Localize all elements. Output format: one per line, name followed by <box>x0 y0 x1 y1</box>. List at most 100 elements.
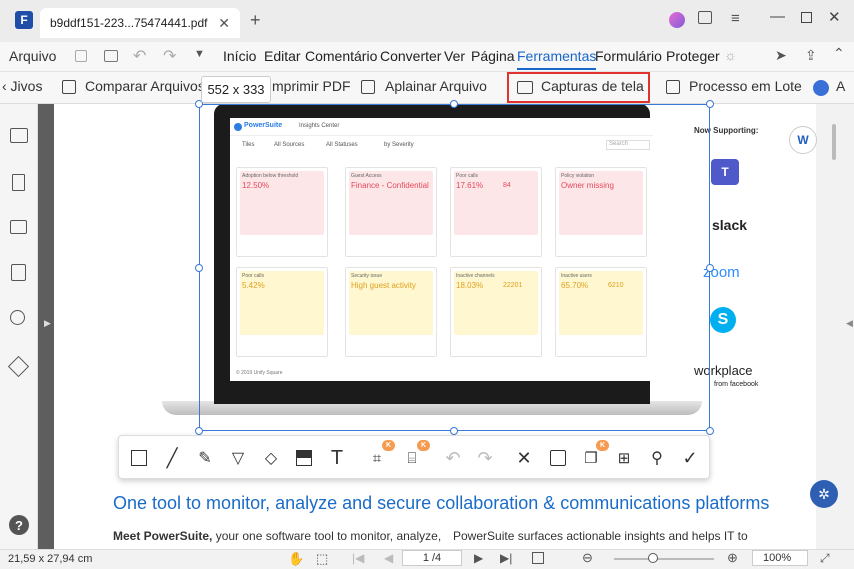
save-tool-icon[interactable] <box>546 446 570 470</box>
batch-process-button[interactable]: Processo em Lote <box>689 78 802 94</box>
print-pdf-button[interactable]: mprimir PDF <box>272 78 351 94</box>
status-bar: 21,59 x 27,94 cm ✋ ⬚ |◀ ◀ 1 /4 ▶ ▶| ⊖ ⊕ … <box>0 549 854 569</box>
menu-comentario[interactable]: Comentário <box>305 48 377 64</box>
minimize-icon[interactable]: — <box>770 8 785 25</box>
select-tool-icon[interactable]: ⬚ <box>316 551 328 567</box>
scrollbar-thumb[interactable] <box>832 124 836 160</box>
handle-ml[interactable] <box>195 264 203 272</box>
handle-mr[interactable] <box>706 264 714 272</box>
search-icon[interactable] <box>10 310 25 325</box>
document-tab[interactable]: b9ddf151-223...75474441.pdf ✕ <box>40 8 240 38</box>
collapse-icon[interactable]: ⌃ <box>833 45 845 62</box>
comment-icon[interactable] <box>10 220 27 234</box>
zoom-out-icon[interactable]: ⊖ <box>582 550 593 566</box>
highlighter-tool-icon[interactable]: ▽ <box>226 446 250 470</box>
add-page-tool-icon[interactable]: ⊞ <box>612 446 636 470</box>
send-icon[interactable]: ➤ <box>775 47 787 64</box>
attachment-icon[interactable] <box>11 264 26 281</box>
undo-tool-icon[interactable]: ↶ <box>441 446 465 470</box>
handle-bl[interactable] <box>195 427 203 435</box>
translate-tool-icon[interactable]: ⌸ K <box>400 440 430 470</box>
zoom-slider[interactable] <box>614 558 714 560</box>
menu-formulario[interactable]: Formulário <box>595 48 662 64</box>
zoom-slider-thumb[interactable] <box>648 553 658 563</box>
menu-icon[interactable]: ≡ <box>731 10 740 27</box>
thumbnails-icon[interactable] <box>10 128 28 143</box>
handle-tm[interactable] <box>450 100 458 108</box>
pro-badge: K <box>417 440 430 451</box>
slack-brand: slack <box>712 217 748 233</box>
menu-inicio[interactable]: Início <box>223 48 256 64</box>
prev-page-icon[interactable]: ◀ <box>384 551 393 565</box>
word-convert-icon[interactable]: W <box>789 126 817 154</box>
save-icon[interactable] <box>75 50 87 62</box>
confirm-tool-icon[interactable]: ✓ <box>678 446 702 470</box>
tip-icon[interactable]: ☼ <box>724 47 737 63</box>
screenshot-button[interactable]: Capturas de tela ⌄ <box>507 72 650 103</box>
eraser-tool-icon[interactable]: ◇ <box>259 446 283 470</box>
maximize-icon[interactable] <box>801 12 812 23</box>
line-tool-icon[interactable]: ╱ <box>160 446 184 470</box>
close-icon[interactable]: ✕ <box>828 8 841 26</box>
upload-icon[interactable]: ⇪ <box>805 47 817 64</box>
menu-arquivo[interactable]: Arquivo <box>9 48 56 64</box>
next-page-icon[interactable]: ▶ <box>474 551 483 565</box>
app-logo-icon: F <box>15 11 33 29</box>
copy-tool-icon[interactable]: ❐ K <box>579 440 609 470</box>
compare-icon <box>62 80 76 94</box>
assistant-icon[interactable]: ✲ <box>810 480 838 508</box>
undo-icon[interactable]: ↶ <box>133 46 146 66</box>
rectangle-tool-icon[interactable] <box>127 446 151 470</box>
hand-tool-icon[interactable]: ✋ <box>288 551 304 567</box>
screenshot-label: Capturas de tela <box>541 78 644 94</box>
tools-toolbar: ‹ Jivos Comparar Arquivos mprimir PDF Ap… <box>0 72 854 104</box>
last-page-icon[interactable]: ▶| <box>500 551 512 565</box>
ocr-tool-icon[interactable]: ⌗ K <box>365 440 395 470</box>
handle-br[interactable] <box>706 427 714 435</box>
pencil-tool-icon[interactable]: ✎ <box>193 446 217 470</box>
print-icon[interactable] <box>104 50 118 62</box>
para-right-text: PowerSuite surfaces actionable insights … <box>453 529 748 543</box>
snapshot-toolbar: ╱ ✎ ▽ ◇ T ⌗ K ⌸ K ↶ ↷ ✕ ❐ K ⊞ ⚲ ✓ <box>118 435 710 479</box>
page-size: 21,59 x 27,94 cm <box>8 553 93 565</box>
handle-bm[interactable] <box>450 427 458 435</box>
menu-ferramentas[interactable]: Ferramentas <box>517 48 597 70</box>
para-right: PowerSuite surfaces actionable insights … <box>453 529 748 543</box>
menu-ver[interactable]: Ver <box>444 48 465 64</box>
tab-close-icon[interactable]: ✕ <box>218 15 230 32</box>
back-jivos-button[interactable]: ‹ Jivos <box>2 78 42 94</box>
first-page-icon[interactable]: |◀ <box>352 551 364 565</box>
redo-tool-icon[interactable]: ↷ <box>473 446 497 470</box>
help-icon[interactable]: ? <box>9 515 29 535</box>
mosaic-tool-icon[interactable] <box>292 446 316 470</box>
sidebar-expand-icon[interactable]: ▶ <box>44 318 51 329</box>
fit-page-icon[interactable] <box>532 552 544 564</box>
ai-icon[interactable] <box>813 80 829 96</box>
user-avatar[interactable] <box>669 12 685 28</box>
menu-editar[interactable]: Editar <box>264 48 301 64</box>
handle-tr[interactable] <box>706 100 714 108</box>
menu-proteger[interactable]: Proteger <box>666 48 720 64</box>
pin-tool-icon[interactable]: ⚲ <box>645 446 669 470</box>
compare-files-button[interactable]: Comparar Arquivos <box>85 78 205 94</box>
menu-converter[interactable]: Converter <box>380 48 441 64</box>
close-tool-icon[interactable]: ✕ <box>512 446 536 470</box>
zoom-in-icon[interactable]: ⊕ <box>727 550 738 566</box>
page-indicator[interactable]: 1 /4 <box>402 550 462 566</box>
fullscreen-icon[interactable]: ⤢ <box>820 551 830 566</box>
chevron-down-icon: ⌄ <box>635 80 643 90</box>
text-tool-icon[interactable]: T <box>325 446 349 470</box>
flatten-file-button[interactable]: Aplainar Arquivo <box>385 78 487 94</box>
feedback-icon[interactable] <box>698 11 712 24</box>
menu-pagina[interactable]: Página <box>471 48 515 64</box>
left-sidebar: ? <box>0 104 38 549</box>
more-tools-button[interactable]: A <box>836 78 845 94</box>
selection-frame[interactable] <box>195 100 714 435</box>
panel-expand-icon[interactable]: ◀ <box>846 318 853 329</box>
bookmark-icon[interactable] <box>12 174 25 191</box>
zoom-level[interactable]: 100% <box>752 550 808 566</box>
redo-icon[interactable]: ↷ <box>163 46 176 66</box>
new-tab-button[interactable]: + <box>250 10 261 31</box>
layers-icon[interactable] <box>7 355 30 378</box>
dropdown-icon[interactable]: ▼ <box>194 48 205 60</box>
